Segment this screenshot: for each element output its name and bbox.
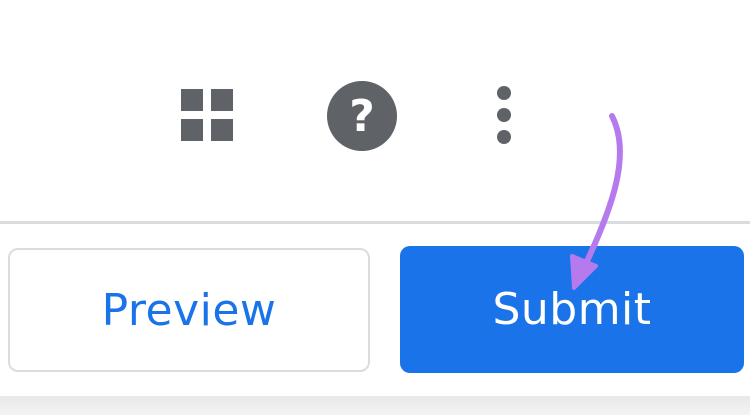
action-bar: Preview Submit	[0, 224, 750, 415]
bottom-edge	[0, 396, 750, 415]
submit-button-label: Submit	[492, 284, 652, 335]
apps-grid-icon	[181, 89, 233, 141]
more-vert-icon	[497, 86, 511, 144]
apps-button[interactable]	[172, 82, 242, 148]
help-icon: ?	[327, 81, 397, 151]
top-toolbar: ?	[0, 0, 750, 222]
help-button[interactable]: ?	[322, 78, 402, 154]
submit-button[interactable]: Submit	[400, 246, 744, 373]
more-options-button[interactable]	[482, 80, 526, 150]
preview-button[interactable]: Preview	[8, 248, 370, 372]
help-icon-glyph: ?	[349, 91, 375, 142]
preview-button-label: Preview	[101, 284, 277, 336]
